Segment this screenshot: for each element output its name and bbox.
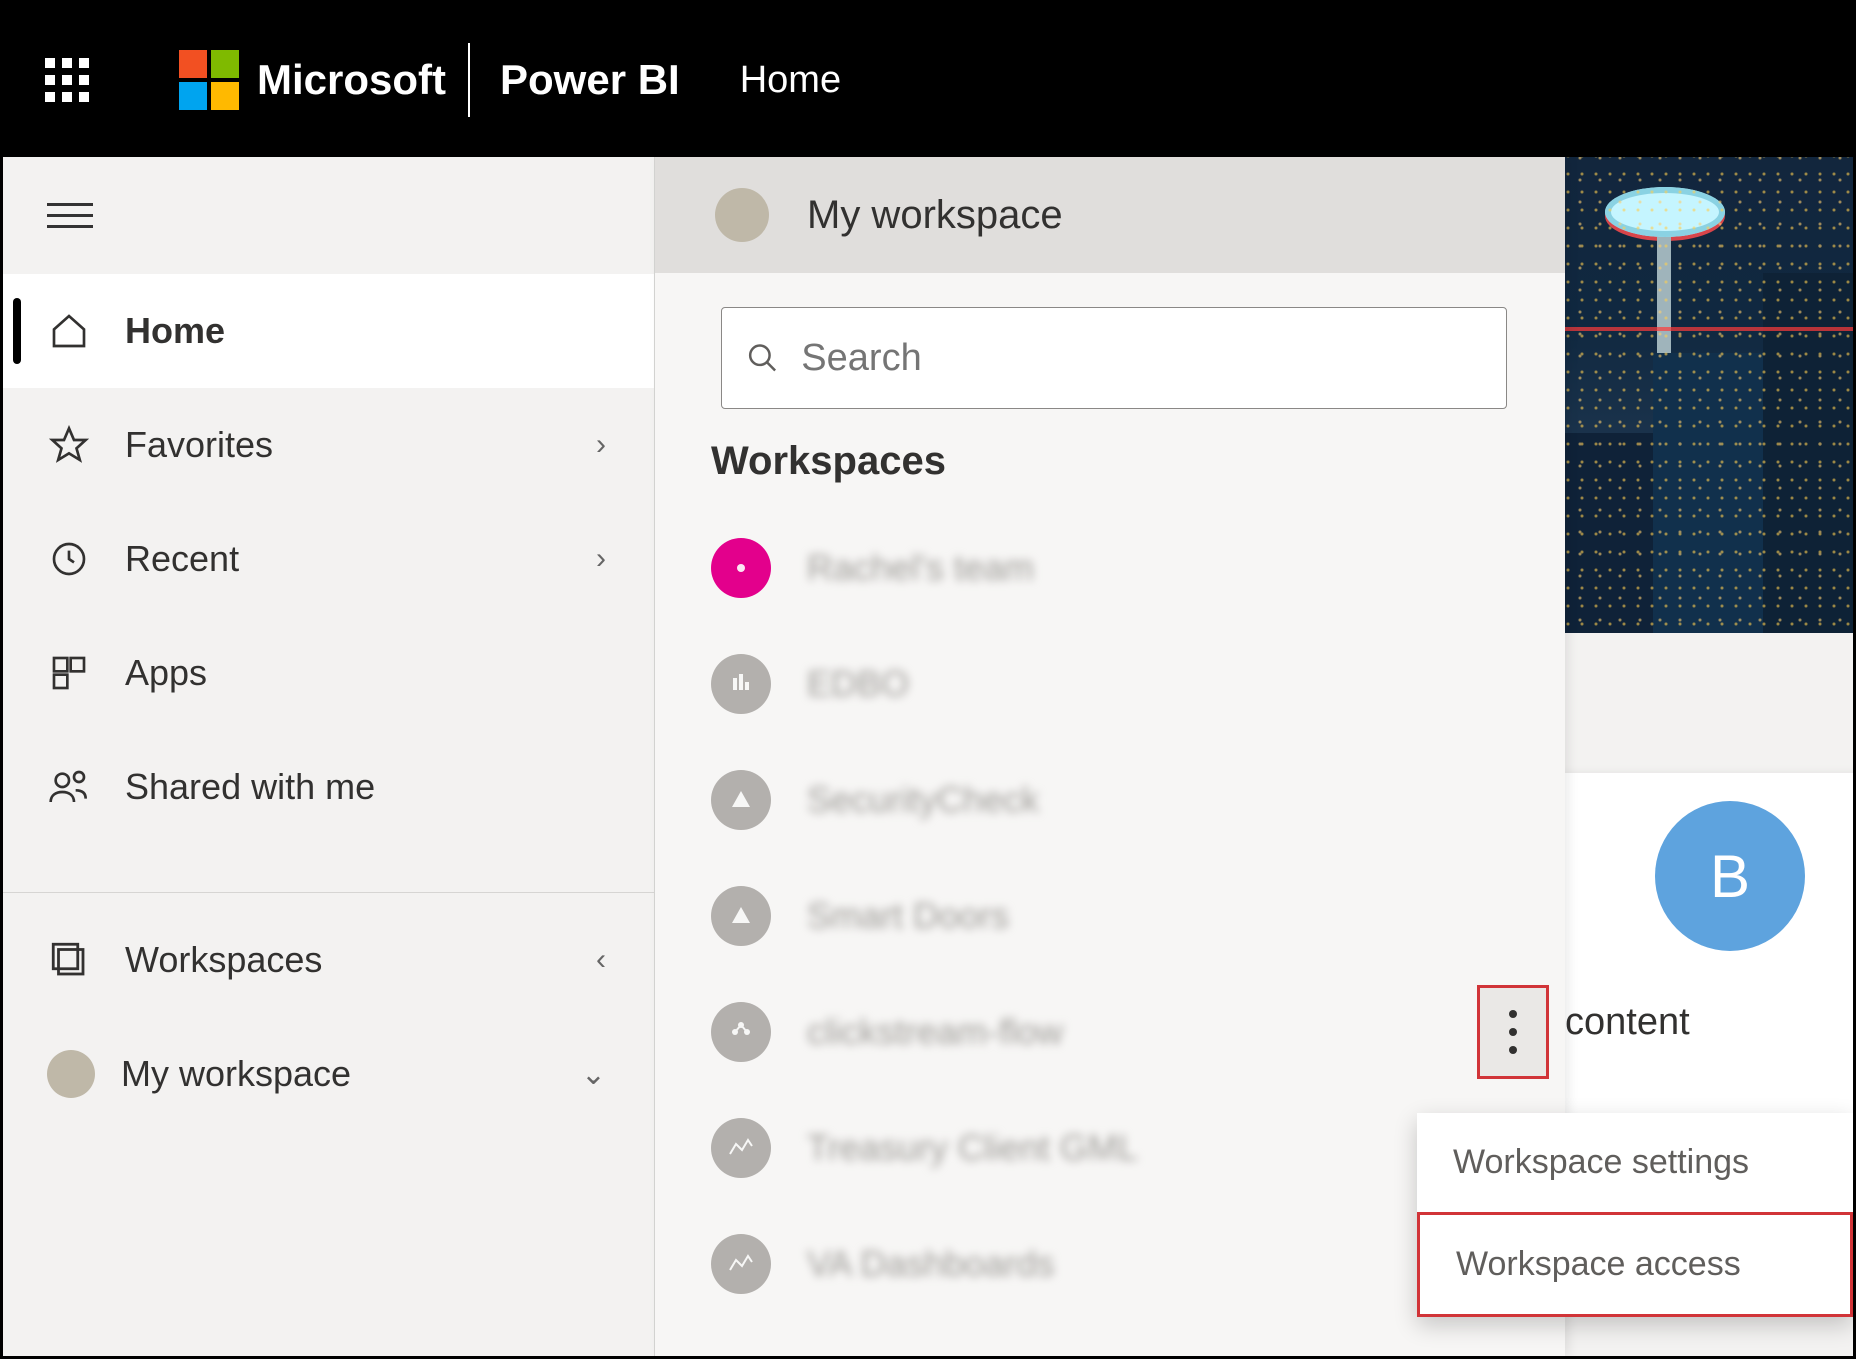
chevron-left-icon: ‹ — [596, 943, 606, 977]
workspace-name: clickstream-flow — [807, 1011, 1063, 1053]
left-nav: Home Favorites › Recent › Apps Shared wi… — [3, 157, 655, 1356]
breadcrumb[interactable]: Home — [740, 59, 841, 102]
my-workspace-label: My workspace — [807, 193, 1063, 238]
workspace-name: EDBO — [807, 663, 909, 705]
nav-recent[interactable]: Recent › — [3, 502, 654, 616]
hero-image — [1565, 157, 1853, 633]
nav-favorites[interactable]: Favorites › — [3, 388, 654, 502]
shared-icon — [47, 765, 91, 809]
workspaces-icon — [47, 938, 91, 982]
avatar-icon — [715, 188, 769, 242]
workspace-item[interactable]: Smart Doors — [655, 858, 1565, 974]
microsoft-logo-icon — [179, 50, 239, 110]
menu-workspace-settings[interactable]: Workspace settings — [1417, 1113, 1853, 1212]
workspace-item[interactable]: SecurityCheck — [655, 742, 1565, 858]
chevron-down-icon: ⌄ — [581, 1057, 606, 1092]
brand-label: Microsoft — [257, 56, 446, 104]
workspace-name: Smart Doors — [807, 895, 1009, 937]
content-card[interactable]: B content — [1565, 773, 1853, 1123]
nav-apps[interactable]: Apps — [3, 616, 654, 730]
search-box[interactable] — [721, 307, 1507, 409]
workspace-chip-icon — [711, 654, 771, 714]
nav-recent-label: Recent — [125, 538, 239, 580]
nav-home-label: Home — [125, 310, 225, 352]
star-icon — [47, 423, 91, 467]
search-input[interactable] — [801, 337, 1482, 380]
clock-icon — [47, 537, 91, 581]
home-icon — [47, 309, 91, 353]
workspace-name: SecurityCheck — [807, 779, 1039, 821]
workspace-chip-icon — [711, 770, 771, 830]
workspace-chip-icon — [711, 886, 771, 946]
card-label: content — [1565, 1001, 1845, 1044]
nav-home[interactable]: Home — [3, 274, 654, 388]
workspace-chip-icon — [711, 538, 771, 598]
workspace-chip-icon — [711, 1118, 771, 1178]
nav-my-workspace[interactable]: My workspace ⌄ — [3, 1017, 654, 1131]
nav-favorites-label: Favorites — [125, 424, 273, 466]
chevron-right-icon: › — [596, 542, 606, 576]
app-launcher-icon[interactable] — [45, 58, 89, 102]
nav-divider — [3, 892, 654, 903]
global-header: Microsoft Power BI Home — [3, 3, 1853, 157]
apps-icon — [47, 651, 91, 695]
nav-shared[interactable]: Shared with me — [3, 730, 654, 844]
menu-workspace-access[interactable]: Workspace access — [1417, 1212, 1853, 1317]
chevron-right-icon: › — [596, 428, 606, 462]
workspaces-heading: Workspaces — [655, 439, 1565, 510]
nav-workspaces-label: Workspaces — [125, 939, 322, 981]
product-label[interactable]: Power BI — [500, 56, 680, 104]
my-workspace-row[interactable]: My workspace — [655, 157, 1565, 273]
nav-apps-label: Apps — [125, 652, 207, 694]
workspace-chip-icon — [711, 1002, 771, 1062]
workspace-chip-icon — [711, 1234, 771, 1294]
divider — [468, 43, 470, 117]
avatar-badge: B — [1655, 801, 1805, 951]
workspace-name: Treasury Client GML — [807, 1127, 1138, 1169]
avatar-icon — [47, 1050, 95, 1098]
workspace-item[interactable]: Rachel's team — [655, 510, 1565, 626]
workspace-item[interactable]: clickstream-flow — [655, 974, 1565, 1090]
search-icon — [746, 340, 779, 376]
more-options-button[interactable] — [1477, 985, 1549, 1079]
workspace-name: Rachel's team — [807, 547, 1034, 589]
nav-shared-label: Shared with me — [125, 766, 375, 808]
workspace-name: VA Dashboards — [807, 1243, 1054, 1285]
workspace-item[interactable]: EDBO — [655, 626, 1565, 742]
nav-workspaces[interactable]: Workspaces ‹ — [3, 903, 654, 1017]
nav-my-workspace-label: My workspace — [121, 1053, 351, 1095]
workspace-context-menu: Workspace settings Workspace access — [1417, 1113, 1853, 1317]
hamburger-icon[interactable] — [3, 157, 654, 274]
search-wrap — [655, 273, 1565, 439]
